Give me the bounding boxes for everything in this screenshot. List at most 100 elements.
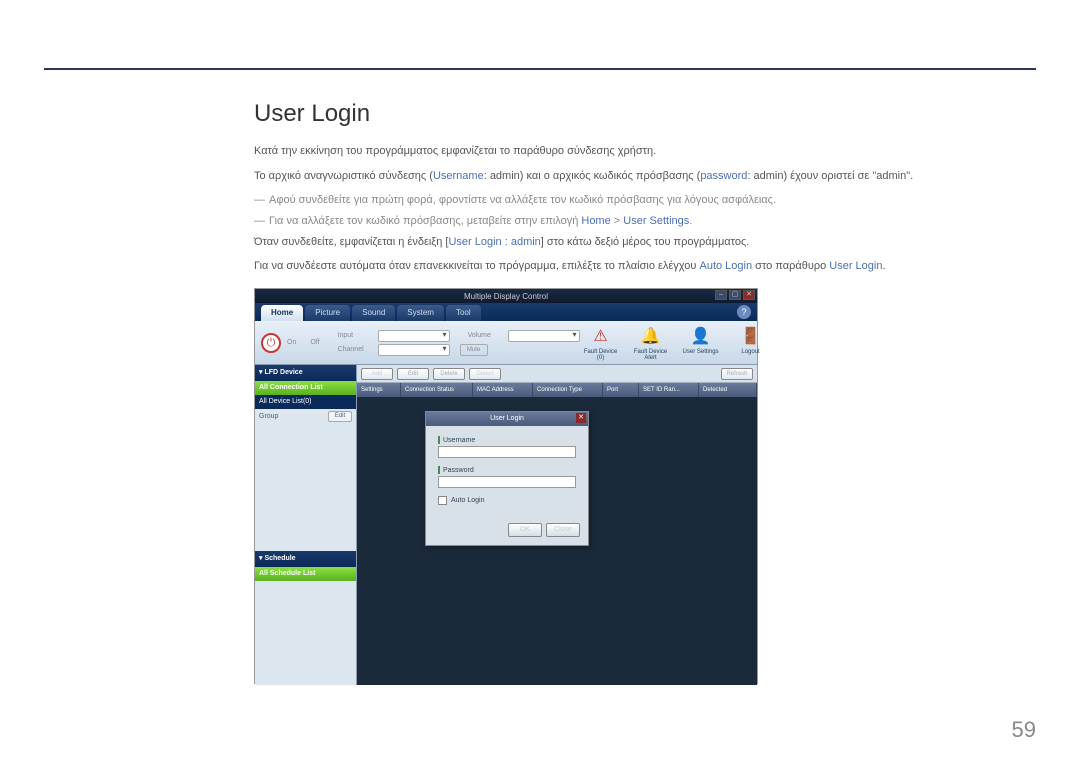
text: Όταν συνδεθείτε, εμφανίζεται η ένδειξη [ (254, 236, 448, 248)
volume-select[interactable] (508, 330, 580, 342)
auto-login-keyword: Auto Login (699, 260, 752, 272)
password-keyword: password (700, 170, 747, 182)
intro-paragraph: Κατά την εκκίνηση του προγράμματος εμφαν… (254, 142, 1036, 161)
text: Για να αλλάξετε τον κωδικό πρόσβασης, με… (269, 215, 581, 227)
detect-button[interactable]: Detect (469, 368, 501, 380)
user-login-keyword: User Login (829, 260, 882, 272)
fault-alert-icon: 🔔 (640, 325, 662, 347)
sidebar-all-device[interactable]: All Device List(0) (255, 395, 356, 409)
username-keyword: Username (433, 170, 484, 182)
tab-picture[interactable]: Picture (305, 305, 350, 321)
auto-login-label: Auto Login (451, 497, 484, 504)
document-content: User Login Κατά την εκκίνηση του προγράμ… (254, 100, 1036, 684)
text: Για να συνδέεστε αυτόματα όταν επανεκκιν… (254, 260, 699, 272)
app-screenshot: Multiple Display Control – ▢ ✕ Home Pict… (254, 288, 758, 684)
main-tabs: Home Picture Sound System Tool (255, 303, 757, 321)
crud-row: Add Edit Delete Detect Refresh (357, 365, 757, 383)
text: : admin) και ο αρχικός κωδικός πρόσβασης… (484, 170, 701, 182)
app-titlebar: Multiple Display Control – ▢ ✕ (255, 289, 757, 303)
power-on-icon[interactable]: ⏻ (261, 333, 281, 353)
checkbox-icon (438, 496, 447, 505)
logout-icon: 🚪 (740, 325, 762, 347)
tab-home[interactable]: Home (261, 305, 303, 321)
sidebar: ▾ LFD Device All Connection List All Dev… (255, 365, 357, 685)
dash: ― (254, 215, 265, 227)
sidebar-all-connection[interactable]: All Connection List (255, 381, 356, 395)
note-change-password: ― Αφού συνδεθείτε για πρώτη φορά, φροντίσ… (254, 191, 1036, 210)
channel-select[interactable] (378, 344, 450, 356)
login-close-button[interactable]: Close (546, 523, 580, 537)
tab-system[interactable]: System (397, 305, 444, 321)
th-connection-status[interactable]: Connection Status (401, 383, 473, 397)
on-label: On (287, 339, 296, 346)
fault-device-icon: ⚠ (590, 325, 612, 347)
sidebar-spacer (255, 424, 356, 551)
text: . (689, 215, 692, 227)
note-navigate-settings: ― Για να αλλάξετε τον κωδικό πρόσβασης, μ… (254, 212, 1036, 231)
th-settings[interactable]: Settings (357, 383, 401, 397)
add-button[interactable]: Add (361, 368, 393, 380)
toolbar-right: ⚠ Fault Device (0) 🔔 Fault Device Alert … (580, 325, 780, 361)
text: ] στο κάτω δεξιό μέρος του προγράμματος. (541, 236, 750, 248)
dash: ― (254, 194, 265, 206)
user-settings-button[interactable]: 👤 User Settings (680, 325, 722, 361)
label: User Settings (683, 349, 719, 355)
label: Fault Device (0) (580, 349, 622, 361)
th-mac[interactable]: MAC Address (473, 383, 533, 397)
auto-login-paragraph: Για να συνδέεστε αυτόματα όταν επανεκκιν… (254, 257, 1036, 276)
login-close-icon[interactable]: ✕ (576, 413, 586, 423)
sidebar-lfd-header[interactable]: ▾ LFD Device (255, 365, 356, 381)
delete-button[interactable]: Delete (433, 368, 465, 380)
username-input[interactable] (438, 446, 576, 458)
text: Αφού συνδεθείτε για πρώτη φορά, φροντίστ… (269, 194, 776, 206)
maximize-button[interactable]: ▢ (729, 290, 741, 300)
edit-button[interactable]: Edit (397, 368, 429, 380)
tab-sound[interactable]: Sound (352, 305, 395, 321)
password-input[interactable] (438, 476, 576, 488)
text: Το αρχικό αναγνωριστικό σύνδεσης ( (254, 170, 433, 182)
toolbar: ⏻ On Off Input Volume Channel Mute (255, 321, 757, 365)
input-label: Input (338, 332, 374, 339)
sidebar-schedule-header[interactable]: ▾ Schedule (255, 551, 356, 567)
fault-device-button[interactable]: ⚠ Fault Device (0) (580, 325, 622, 361)
fault-alert-button[interactable]: 🔔 Fault Device Alert (630, 325, 672, 361)
table-header: Settings Connection Status MAC Address C… (357, 383, 757, 397)
minimize-button[interactable]: – (715, 290, 727, 300)
th-connection-type[interactable]: Connection Type (533, 383, 603, 397)
text: στο παράθυρο (752, 260, 829, 272)
mute-button[interactable]: Mute (460, 344, 488, 356)
text: . (882, 260, 885, 272)
page-top-divider (44, 68, 1036, 70)
text: : admin) έχουν οριστεί σε "admin". (747, 170, 913, 182)
home-link: Home (581, 215, 610, 227)
group-edit-button[interactable]: Edit (328, 411, 352, 422)
label: Logout (741, 349, 759, 355)
user-settings-icon: 👤 (690, 325, 712, 347)
password-label: Password (438, 466, 576, 474)
th-setid[interactable]: SET ID Ran... (639, 383, 699, 397)
th-detected[interactable]: Detected (699, 383, 757, 397)
refresh-button[interactable]: Refresh (721, 368, 753, 380)
text: > (611, 215, 624, 227)
auto-login-checkbox[interactable]: Auto Login (438, 496, 576, 505)
close-button[interactable]: ✕ (743, 290, 755, 300)
username-label: Username (438, 436, 576, 444)
input-select[interactable] (378, 330, 450, 342)
group-label: Group (259, 413, 278, 420)
window-controls: – ▢ ✕ (715, 290, 755, 300)
label: Fault Device Alert (630, 349, 672, 361)
sidebar-all-schedule[interactable]: All Schedule List (255, 567, 356, 581)
login-dialog: User Login ✕ Username Password Auto Logi… (425, 411, 589, 546)
logout-button[interactable]: 🚪 Logout (730, 325, 772, 361)
page-title: User Login (254, 100, 1036, 128)
window-title: Multiple Display Control (464, 292, 548, 301)
tab-tool[interactable]: Tool (446, 305, 481, 321)
off-label: Off (310, 339, 319, 346)
login-indicator: User Login : admin (448, 236, 540, 248)
login-ok-button[interactable]: OK (508, 523, 542, 537)
login-dialog-title: User Login ✕ (426, 412, 588, 426)
th-port[interactable]: Port (603, 383, 639, 397)
login-title-text: User Login (490, 415, 524, 422)
user-settings-link: User Settings (623, 215, 689, 227)
login-indicator-paragraph: Όταν συνδεθείτε, εμφανίζεται η ένδειξη [… (254, 233, 1036, 252)
